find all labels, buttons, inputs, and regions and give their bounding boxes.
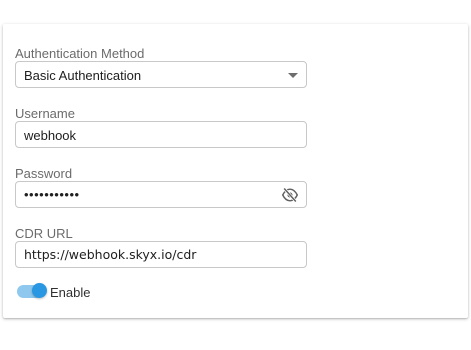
enable-label: Enable: [50, 285, 91, 300]
username-input[interactable]: webhook: [15, 121, 307, 148]
cdr-url-input[interactable]: https://webhook.skyx.io/cdr: [15, 241, 307, 268]
cdr-url-label: CDR URL: [15, 226, 73, 241]
password-input[interactable]: •••••••••••: [15, 181, 307, 208]
auth-method-value: Basic Authentication: [24, 68, 142, 83]
password-label: Password: [15, 166, 73, 181]
eye-off-icon[interactable]: [281, 187, 299, 203]
username-label: Username: [15, 106, 75, 121]
auth-method-label: Authentication Method: [15, 46, 145, 61]
webhook-settings-card: Authentication Method Basic Authenticati…: [3, 24, 468, 318]
enable-toggle[interactable]: [15, 281, 47, 301]
toggle-thumb: [32, 283, 47, 298]
cdr-url-value: https://webhook.skyx.io/cdr: [24, 247, 197, 262]
auth-method-select[interactable]: Basic Authentication: [15, 61, 307, 88]
dropdown-caret-icon: [288, 73, 298, 78]
username-value: webhook: [24, 128, 77, 143]
password-value: •••••••••••: [24, 187, 80, 202]
